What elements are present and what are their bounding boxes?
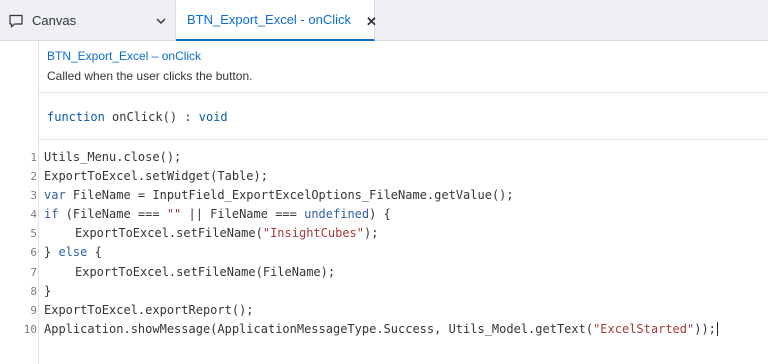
code-token: FileName = InputField_ExportExcelOptions…: [65, 188, 514, 203]
tab-canvas[interactable]: Canvas: [0, 0, 176, 41]
code-text: Application.showMessage(ApplicationMessa…: [44, 320, 718, 339]
code-token: }: [44, 245, 59, 260]
function-signature: function onClick() : void: [39, 93, 768, 140]
code-token: ) {: [369, 207, 391, 222]
signature-return-type: void: [198, 110, 228, 124]
line-number: 10: [23, 322, 37, 336]
code-keyword: var: [44, 188, 66, 203]
code-text: }: [44, 282, 51, 301]
line-number: 4: [30, 208, 37, 222]
line-number: 9: [30, 303, 37, 317]
line-number: 8: [30, 284, 37, 298]
line-number: 7: [30, 265, 37, 279]
code-string: "": [166, 207, 182, 222]
code-token: Application.showMessage(ApplicationMessa…: [44, 321, 594, 336]
code-line[interactable]: 4 if (FileName === "" || FileName === und…: [0, 205, 768, 224]
text-cursor: [716, 322, 718, 337]
code-token: ExportToExcel.exportReport();: [44, 302, 254, 317]
event-header: BTN_Export_Excel – onClick Called when t…: [39, 41, 768, 93]
code-text: ExportToExcel.setFileName("InsightCubes"…: [44, 224, 378, 243]
tab-active-label: BTN_Export_Excel - onClick: [187, 12, 351, 27]
line-number: 2: [30, 170, 37, 184]
code-text: ExportToExcel.setFileName(FileName);: [44, 263, 335, 282]
code-string: "InsightCubes": [262, 226, 364, 241]
signature-keyword: function: [47, 110, 105, 124]
code-token: ExportToExcel.setWidget(Table);: [44, 169, 268, 184]
code-token: ExportToExcel.setFileName(: [75, 226, 263, 241]
event-title: BTN_Export_Excel – onClick: [47, 49, 202, 63]
code-keyword: undefined: [304, 207, 370, 222]
code-text: if (FileName === "" || FileName === unde…: [44, 205, 391, 224]
code-line[interactable]: 9 ExportToExcel.exportReport();: [0, 301, 768, 320]
editor-tab-bar: Canvas BTN_Export_Excel - onClick ✕: [0, 0, 768, 41]
chevron-down-icon[interactable]: [156, 16, 166, 26]
code-line[interactable]: 1 Utils_Menu.close();: [0, 148, 768, 167]
code-line[interactable]: 3 var FileName = InputField_ExportExcelOp…: [0, 186, 768, 205]
comment-icon: [9, 14, 23, 28]
code-text: ExportToExcel.setWidget(Table);: [44, 167, 268, 186]
code-token: }: [44, 283, 52, 298]
code-token: ));: [694, 321, 716, 336]
tab-btn-export-excel-onclick[interactable]: BTN_Export_Excel - onClick ✕: [176, 0, 377, 41]
code-line[interactable]: 7 ExportToExcel.setFileName(FileName);: [0, 263, 768, 282]
line-number: 3: [30, 189, 37, 203]
line-number: 5: [30, 227, 37, 241]
code-text: } else {: [44, 243, 102, 262]
code-line[interactable]: 8}: [0, 282, 768, 301]
code-line[interactable]: 5 ExportToExcel.setFileName("InsightCubes…: [0, 224, 768, 243]
code-text: var FileName = InputField_ExportExcelOpt…: [44, 186, 514, 205]
code-line[interactable]: 2 ExportToExcel.setWidget(Table);: [0, 167, 768, 186]
close-icon[interactable]: ✕: [366, 14, 377, 30]
code-line[interactable]: 6} else {: [0, 243, 768, 262]
signature-text: function onClick() : void: [47, 110, 228, 124]
code-token: {: [87, 245, 102, 260]
code-editor[interactable]: 1 Utils_Menu.close(); 2 ExportToExcel.setWi…: [0, 148, 768, 339]
tab-canvas-label: Canvas: [32, 13, 77, 28]
code-token: (FileName ===: [58, 207, 167, 222]
code-token: );: [364, 226, 379, 241]
code-token: || FileName ===: [181, 207, 305, 222]
line-number: 6: [30, 246, 37, 260]
signature-name: onClick() :: [112, 110, 192, 124]
code-line[interactable]: 10 Application.showMessage(ApplicationMes…: [0, 320, 768, 339]
script-editor: BTN_Export_Excel – onClick Called when t…: [0, 41, 768, 364]
code-text: ExportToExcel.exportReport();: [44, 301, 254, 320]
code-string: "ExcelStarted": [593, 321, 695, 336]
code-token: Utils_Menu.close();: [44, 150, 182, 164]
code-keyword: if: [44, 207, 59, 222]
code-text: Utils_Menu.close();: [44, 148, 181, 167]
code-keyword: else: [58, 245, 88, 260]
event-description: Called when the user clicks the button.: [47, 69, 253, 83]
code-token: ExportToExcel.setFileName(FileName);: [75, 264, 336, 279]
line-number: 1: [30, 151, 37, 164]
